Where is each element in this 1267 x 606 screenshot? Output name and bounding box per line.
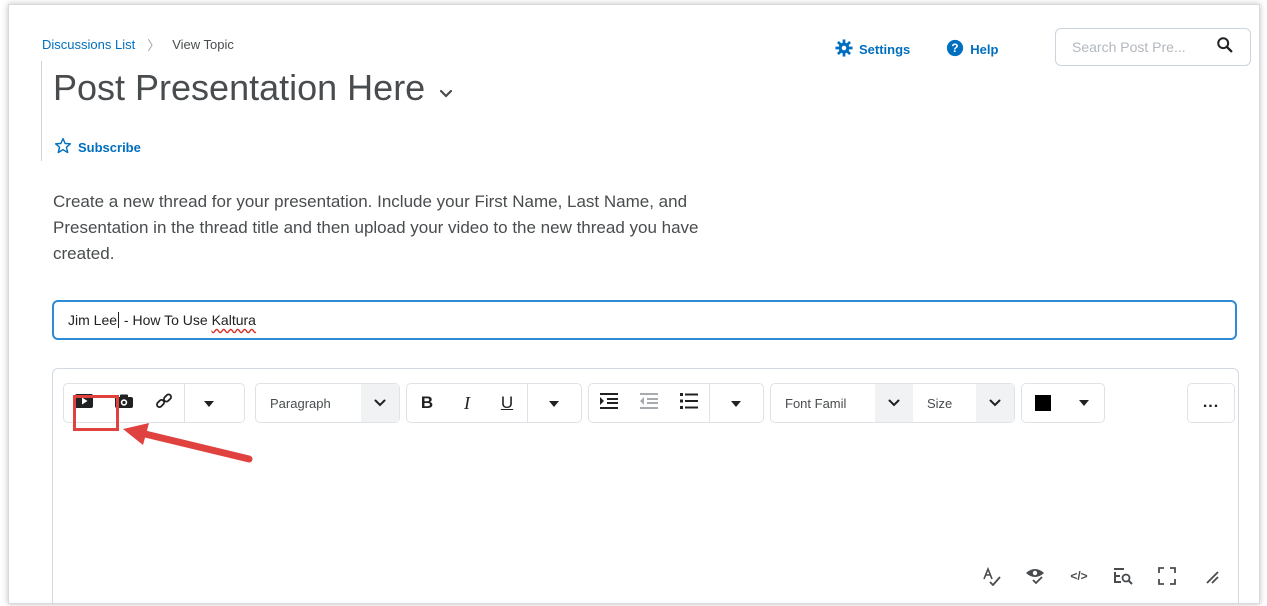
- editor-status-icons: </>: [980, 565, 1222, 587]
- indent-button[interactable]: [589, 384, 629, 422]
- color-swatch: [1022, 384, 1064, 422]
- rich-text-editor[interactable]: Paragraph B I U Font Famil Size ... </>: [52, 368, 1239, 603]
- spellcheck-icon[interactable]: [980, 565, 1002, 587]
- caret-down-icon: [204, 394, 214, 412]
- svg-text:?: ?: [952, 42, 959, 55]
- search-box: [1055, 28, 1251, 66]
- discussion-page: Discussions List 〉 View Topic Post Prese…: [8, 4, 1260, 604]
- breadcrumb: Discussions List 〉 View Topic: [42, 35, 234, 54]
- search-input[interactable]: [1070, 38, 1210, 56]
- source-code-icon[interactable]: </>: [1068, 565, 1090, 587]
- fullscreen-icon[interactable]: [1156, 565, 1178, 587]
- subscribe-link[interactable]: Subscribe: [54, 137, 141, 158]
- side-panel-edge: [31, 61, 42, 161]
- topic-menu-chevron-icon[interactable]: [439, 79, 453, 105]
- help-button[interactable]: ? Help: [946, 39, 998, 60]
- gear-icon: [835, 39, 853, 60]
- paragraph-group: [588, 383, 764, 423]
- chevron-down-icon: [976, 384, 1014, 422]
- star-icon: [54, 137, 72, 158]
- italic-button[interactable]: I: [447, 384, 487, 422]
- page-title: Post Presentation Here: [53, 67, 453, 109]
- thread-title-input[interactable]: Jim Lee - How To Use Kaltura: [52, 300, 1237, 340]
- breadcrumb-discussions-list[interactable]: Discussions List: [42, 37, 135, 52]
- underline-button[interactable]: U: [487, 384, 527, 422]
- topic-description: Create a new thread for your presentatio…: [53, 192, 699, 263]
- arrow-annotation-icon: [123, 423, 253, 463]
- resize-handle-icon[interactable]: [1200, 565, 1222, 587]
- thread-title-text-middle: - How To Use: [120, 312, 212, 328]
- link-icon: [155, 392, 173, 415]
- text-style-group: B I U: [406, 383, 582, 423]
- outdent-icon: [640, 392, 658, 414]
- settings-button[interactable]: Settings: [835, 39, 910, 60]
- more-actions-button[interactable]: ...: [1187, 383, 1235, 423]
- outdent-button[interactable]: [629, 384, 669, 422]
- thread-title-text-start: Jim Lee: [68, 312, 118, 328]
- editor-toolbar: Paragraph B I U Font Famil Size ...: [63, 383, 1235, 463]
- font-group: Font Famil Size: [770, 383, 1015, 423]
- indent-icon: [600, 392, 618, 414]
- bold-button[interactable]: B: [407, 384, 447, 422]
- search-icon[interactable]: [1216, 36, 1234, 59]
- topic-title: Post Presentation Here: [53, 67, 426, 108]
- help-label: Help: [970, 42, 999, 57]
- preview-icon[interactable]: [1112, 565, 1134, 587]
- font-family-select[interactable]: Font Famil: [771, 384, 913, 422]
- paragraph-more-dropdown[interactable]: [709, 384, 762, 422]
- block-format-value: Paragraph: [270, 395, 331, 411]
- insert-link-button[interactable]: [144, 384, 184, 422]
- video-button-highlight: [73, 395, 119, 431]
- font-size-select[interactable]: Size: [913, 384, 1014, 422]
- insert-more-dropdown[interactable]: [184, 384, 233, 422]
- caret-down-icon: [731, 394, 741, 412]
- caret-down-icon: [549, 394, 559, 412]
- list-icon: [680, 392, 698, 414]
- caret-down-icon: [1064, 384, 1104, 422]
- text-color-picker[interactable]: [1021, 383, 1105, 423]
- breadcrumb-current: View Topic: [172, 37, 234, 52]
- text-style-more-dropdown[interactable]: [527, 384, 580, 422]
- chevron-down-icon: [361, 384, 399, 422]
- bullet-list-button[interactable]: [669, 384, 709, 422]
- breadcrumb-separator: 〉: [147, 38, 161, 53]
- help-icon: ?: [946, 39, 964, 60]
- thread-title-misspelled-word: Kaltura: [211, 312, 256, 328]
- block-format-select[interactable]: Paragraph: [255, 383, 400, 423]
- chevron-down-icon: [875, 384, 913, 422]
- settings-label: Settings: [859, 42, 911, 57]
- text-cursor: [118, 312, 120, 328]
- subscribe-label: Subscribe: [78, 140, 141, 155]
- font-family-value: Font Famil: [785, 395, 847, 411]
- top-actions: Settings ? Help: [835, 39, 998, 60]
- accessibility-check-icon[interactable]: [1024, 565, 1046, 587]
- font-size-value: Size: [927, 395, 953, 411]
